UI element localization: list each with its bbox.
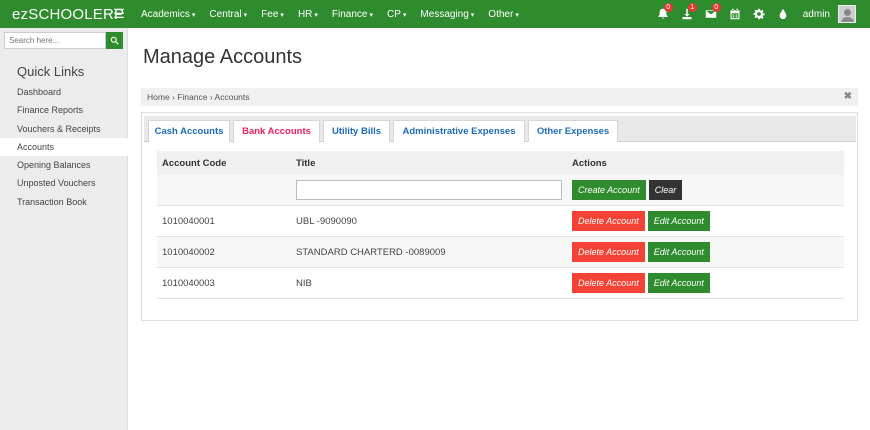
download-icon[interactable]: 1 [675, 0, 699, 28]
nav-cp[interactable]: CP ▾ [380, 9, 413, 20]
sidebar-item-finance-reports[interactable]: Finance Reports [0, 101, 128, 119]
tab-utility-bills[interactable]: Utility Bills [323, 120, 390, 142]
top-navbar: ezSCHOOLERP ☰ Academics ▾ Central ▾ Fee ▾ H… [0, 0, 870, 28]
sidebar-item-transaction-book[interactable]: Transaction Book [0, 193, 128, 211]
account-title: NIB [296, 277, 312, 289]
nav-academics[interactable]: Academics ▾ [134, 9, 202, 20]
sidebar-item-unposted-vouchers[interactable]: Unposted Vouchers [0, 174, 128, 192]
nav-hr[interactable]: HR ▾ [291, 9, 325, 20]
nav-other[interactable]: Other ▾ [481, 9, 526, 20]
account-title: STANDARD CHARTERD -0089009 [296, 246, 446, 258]
search-input[interactable] [4, 32, 106, 49]
account-code: 1010040002 [162, 246, 215, 258]
edit-account-button[interactable]: Edit Account [647, 211, 710, 231]
calendar-icon[interactable] [723, 0, 747, 28]
new-account-row: Create Account Clear [157, 175, 844, 206]
sidebar: Quick Links Dashboard Finance Reports Vo… [0, 28, 128, 430]
quick-links-list: Dashboard Finance Reports Vouchers & Rec… [0, 83, 128, 211]
header-title: Title [296, 157, 316, 169]
account-code: 1010040003 [162, 277, 215, 289]
nav-fee[interactable]: Fee ▾ [254, 9, 291, 20]
account-title-input[interactable] [296, 180, 562, 200]
gear-icon[interactable] [747, 0, 771, 28]
breadcrumb-text: Home › Finance › Accounts [147, 92, 250, 102]
clear-button[interactable]: Clear [648, 180, 683, 200]
table-header: Account Code Title Actions [157, 151, 844, 175]
table-row: 1010040002 STANDARD CHARTERD -0089009 De… [157, 237, 844, 268]
edit-account-button[interactable]: Edit Account [647, 242, 710, 262]
main-nav: Academics ▾ Central ▾ Fee ▾ HR ▾ Finance ▾ CP… [134, 9, 526, 20]
theme-drop-icon[interactable] [771, 0, 795, 28]
sidebar-item-accounts[interactable]: Accounts [0, 137, 128, 157]
delete-account-button[interactable]: Delete Account [572, 211, 645, 231]
delete-account-button[interactable]: Delete Account [572, 242, 645, 262]
envelope-icon[interactable]: 0 [699, 0, 723, 28]
download-badge: 1 [687, 3, 697, 12]
user-name[interactable]: admin [803, 9, 830, 20]
account-code: 1010040001 [162, 215, 215, 227]
sidebar-item-dashboard[interactable]: Dashboard [0, 83, 128, 101]
messages-badge: 0 [711, 3, 721, 12]
hamburger-icon[interactable]: ☰ [108, 6, 130, 22]
search-icon [110, 36, 119, 45]
table-row: 1010040001 UBL -9090090 Delete Account E… [157, 206, 844, 237]
sidebar-item-vouchers-receipts[interactable]: Vouchers & Receipts [0, 120, 128, 138]
table-row: 1010040003 NIB Delete Account Edit Accou… [157, 268, 844, 299]
account-title: UBL -9090090 [296, 215, 357, 227]
app-brand[interactable]: ezSCHOOLERP [0, 6, 124, 23]
delete-account-button[interactable]: Delete Account [572, 273, 645, 293]
accounts-panel: Cash Accounts Bank Accounts Utility Bill… [141, 112, 858, 321]
breadcrumb: Home › Finance › Accounts ✖ [141, 88, 858, 106]
sidebar-item-opening-balances[interactable]: Opening Balances [0, 156, 128, 174]
bell-icon[interactable]: 0 [651, 0, 675, 28]
tab-administrative-expenses[interactable]: Administrative Expenses [393, 120, 525, 142]
nav-central[interactable]: Central ▾ [202, 9, 254, 20]
edit-account-button[interactable]: Edit Account [647, 273, 710, 293]
create-account-button[interactable]: Create Account [572, 180, 646, 200]
tab-cash-accounts[interactable]: Cash Accounts [148, 120, 230, 142]
header-account-code: Account Code [162, 157, 227, 169]
search-button[interactable] [106, 32, 123, 49]
quick-links-title: Quick Links [17, 64, 85, 79]
header-actions: Actions [572, 157, 607, 169]
page-title: Manage Accounts [143, 46, 302, 68]
nav-messaging[interactable]: Messaging ▾ [413, 9, 481, 20]
sidebar-search [4, 32, 123, 49]
account-tabs: Cash Accounts Bank Accounts Utility Bill… [144, 116, 856, 143]
navbar-right-icons: 0 1 0 admin [651, 0, 856, 28]
close-icon[interactable]: ✖ [844, 88, 852, 106]
tab-other-expenses[interactable]: Other Expenses [528, 120, 618, 142]
nav-finance[interactable]: Finance ▾ [325, 9, 380, 20]
accounts-table: Account Code Title Actions Create Accoun… [157, 151, 844, 299]
notifications-badge: 0 [663, 3, 673, 12]
tab-bank-accounts[interactable]: Bank Accounts [233, 120, 320, 143]
avatar[interactable] [838, 5, 856, 23]
